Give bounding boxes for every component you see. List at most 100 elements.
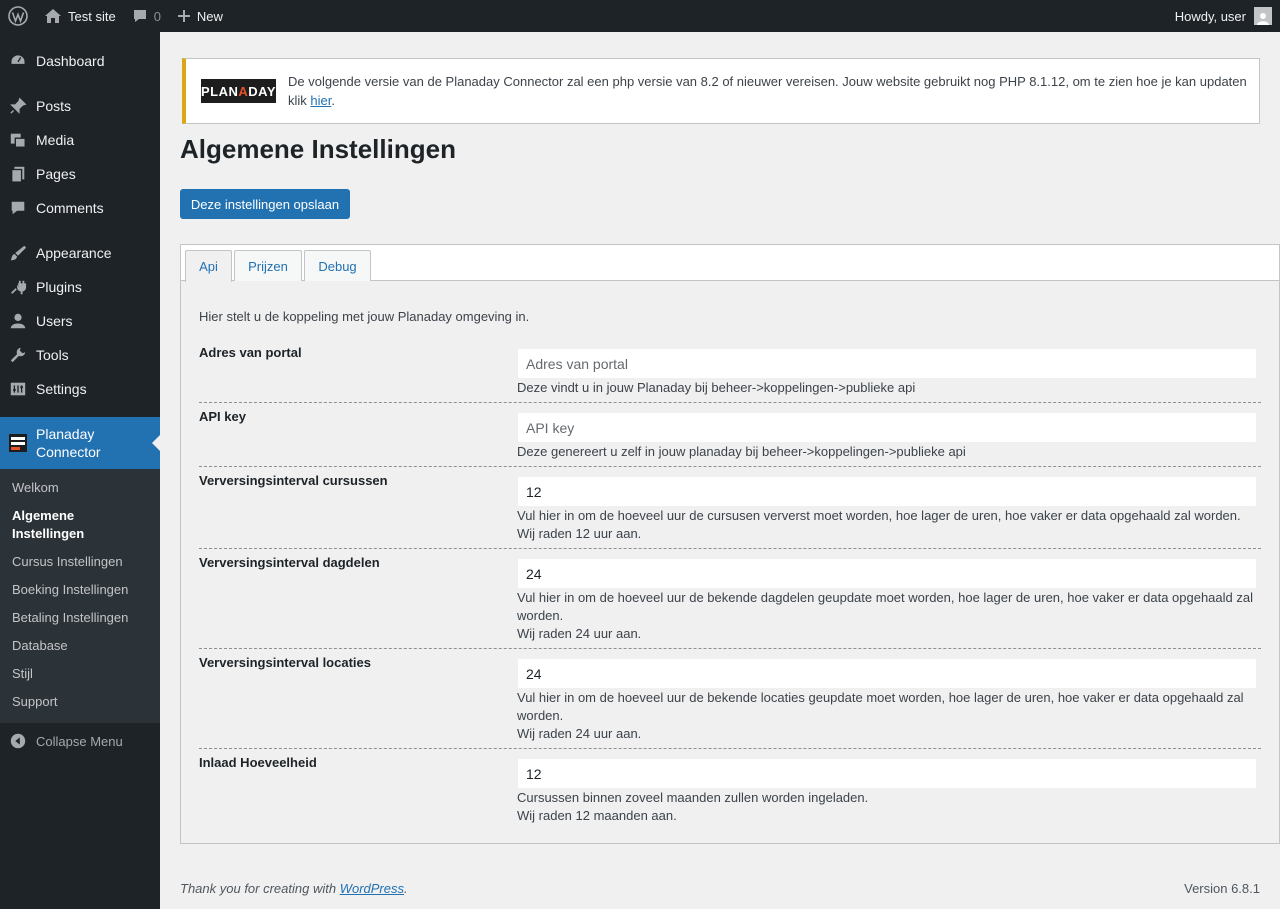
field-recommendation: Wij raden 12 uur aan.: [517, 526, 642, 541]
pin-icon: [0, 97, 36, 115]
field-row-inlaad-hoeveelheid: Inlaad Hoeveelheid Cursussen binnen zove…: [199, 755, 1261, 831]
inlaad-hoeveelheid-input[interactable]: [517, 758, 1257, 789]
field-label: Verversingsinterval cursussen: [199, 473, 388, 488]
comment-icon: [0, 199, 36, 217]
footer-wordpress-link[interactable]: WordPress: [340, 881, 404, 896]
tab-prijzen[interactable]: Prijzen: [234, 250, 302, 281]
admin-sidebar: Dashboard Posts Media Pages Comments App…: [0, 32, 160, 909]
footer-thanks: Thank you for creating with WordPress.: [180, 881, 408, 896]
planaday-submenu: Welkom Algemene Instellingen Cursus Inst…: [0, 469, 160, 723]
sidebar-item-label: Tools: [36, 347, 69, 363]
new-content-button[interactable]: New: [169, 0, 231, 32]
submenu-item-support[interactable]: Support: [12, 693, 152, 711]
submenu-item-stijl[interactable]: Stijl: [12, 665, 152, 683]
user-account-menu[interactable]: Howdy, user: [1167, 0, 1280, 32]
submenu-label-line2: Instellingen: [12, 526, 85, 541]
sidebar-item-tools[interactable]: Tools: [0, 338, 160, 372]
comments-link[interactable]: 0: [124, 0, 169, 32]
planaday-logo: PLAN A DAY: [201, 79, 276, 103]
media-icon: [0, 131, 36, 149]
notice-update-link[interactable]: hier: [310, 93, 331, 108]
new-label: New: [196, 8, 223, 24]
planaday-label-line2: Connector: [36, 444, 101, 460]
comment-icon: [132, 8, 148, 24]
tab-api[interactable]: Api: [185, 250, 232, 282]
field-recommendation: Wij raden 12 maanden aan.: [517, 808, 677, 823]
logo-text-plan: PLAN: [200, 83, 239, 99]
submenu-item-boeking-instellingen[interactable]: Boeking Instellingen: [12, 581, 152, 599]
wordpress-logo-button[interactable]: [0, 0, 36, 32]
pages-icon: [0, 165, 36, 183]
avatar: [1254, 7, 1272, 25]
field-row-cursussen-interval: Verversingsinterval cursussen Vul hier i…: [199, 473, 1261, 549]
page-title: Algemene Instellingen: [180, 134, 456, 164]
field-description: Vul hier in om de hoeveel uur de bekende…: [517, 589, 1261, 643]
admin-bar: Test site 0 New Howdy, user: [0, 0, 1280, 32]
current-menu-arrow: [152, 435, 160, 451]
sidebar-item-label: Posts: [36, 98, 72, 114]
field-row-api-key: API key Deze genereert u zelf in jouw pl…: [199, 409, 1261, 467]
locaties-interval-input[interactable]: [517, 658, 1257, 689]
cursussen-interval-input[interactable]: [517, 476, 1257, 507]
brush-icon: [0, 244, 36, 262]
sidebar-item-users[interactable]: Users: [0, 304, 160, 338]
settings-icon: [0, 380, 36, 398]
sidebar-item-pages[interactable]: Pages: [0, 157, 160, 191]
intro-text: Hier stelt u de koppeling met jouw Plana…: [199, 309, 530, 324]
howdy-text: Howdy, user: [1174, 8, 1246, 24]
sidebar-item-posts[interactable]: Posts: [0, 89, 160, 123]
sidebar-item-label: Users: [36, 313, 73, 329]
field-row-dagdelen-interval: Verversingsinterval dagdelen Vul hier in…: [199, 555, 1261, 649]
dagdelen-interval-input[interactable]: [517, 558, 1257, 589]
home-icon: [44, 8, 62, 24]
tab-debug[interactable]: Debug: [304, 250, 371, 281]
logo-text-a: A: [238, 83, 249, 99]
collapse-label: Collapse Menu: [36, 733, 123, 749]
field-description: Deze genereert u zelf in jouw planaday b…: [517, 444, 966, 459]
sidebar-item-label: Appearance: [36, 245, 112, 261]
dashboard-icon: [0, 52, 36, 70]
field-recommendation: Wij raden 24 uur aan.: [517, 726, 642, 741]
field-label: Verversingsinterval dagdelen: [199, 555, 380, 570]
footer-thanks-text: Thank you for creating with: [180, 881, 340, 896]
php-version-notice: PLAN A DAY De volgende versie van de Plana…: [182, 58, 1260, 124]
submenu-item-welkom[interactable]: Welkom: [12, 479, 152, 497]
field-description-text: Vul hier in om de hoeveel uur de bekende…: [517, 690, 1244, 723]
plug-icon: [0, 278, 36, 296]
field-label: Adres van portal: [199, 345, 302, 360]
submenu-label-line1: Algemene: [12, 508, 75, 523]
field-description: Vul hier in om de hoeveel uur de bekende…: [517, 689, 1261, 743]
sidebar-item-label: Planaday Connector: [36, 425, 101, 461]
sidebar-item-planaday-connector[interactable]: Planaday Connector: [0, 417, 160, 469]
sidebar-item-plugins[interactable]: Plugins: [0, 270, 160, 304]
field-label: API key: [199, 409, 246, 424]
field-description-text: Vul hier in om de hoeveel uur de cursuse…: [517, 508, 1241, 523]
comments-count: 0: [153, 8, 161, 24]
submenu-item-database[interactable]: Database: [12, 637, 152, 655]
portal-address-input[interactable]: [517, 348, 1257, 379]
notice-message: De volgende versie van de Planaday Conne…: [288, 74, 1247, 108]
planaday-label-line1: Planaday: [36, 426, 95, 442]
field-description-text: Vul hier in om de hoeveel uur de bekende…: [517, 590, 1253, 623]
field-label: Verversingsinterval locaties: [199, 655, 371, 670]
footer-end: .: [404, 881, 408, 896]
sidebar-item-dashboard[interactable]: Dashboard: [0, 44, 160, 78]
sidebar-item-appearance[interactable]: Appearance: [0, 236, 160, 270]
sidebar-item-label: Settings: [36, 381, 87, 397]
sidebar-item-label: Plugins: [36, 279, 82, 295]
sidebar-item-settings[interactable]: Settings: [0, 372, 160, 406]
footer-version: Version 6.8.1: [1184, 881, 1260, 896]
collapse-menu-button[interactable]: Collapse Menu: [0, 728, 160, 754]
user-icon: [0, 312, 36, 330]
wrench-icon: [0, 346, 36, 364]
submenu-item-cursus-instellingen[interactable]: Cursus Instellingen: [12, 553, 152, 571]
sidebar-item-comments[interactable]: Comments: [0, 191, 160, 225]
sidebar-item-media[interactable]: Media: [0, 123, 160, 157]
field-description: Cursussen binnen zoveel maanden zullen w…: [517, 789, 1261, 825]
api-key-input[interactable]: [517, 412, 1257, 443]
submenu-item-algemene-instellingen[interactable]: Algemene Instellingen: [12, 507, 152, 543]
site-name-link[interactable]: Test site: [36, 0, 124, 32]
save-settings-button[interactable]: Deze instellingen opslaan: [180, 189, 350, 219]
sidebar-item-label: Dashboard: [36, 53, 105, 69]
submenu-item-betaling-instellingen[interactable]: Betaling Instellingen: [12, 609, 152, 627]
